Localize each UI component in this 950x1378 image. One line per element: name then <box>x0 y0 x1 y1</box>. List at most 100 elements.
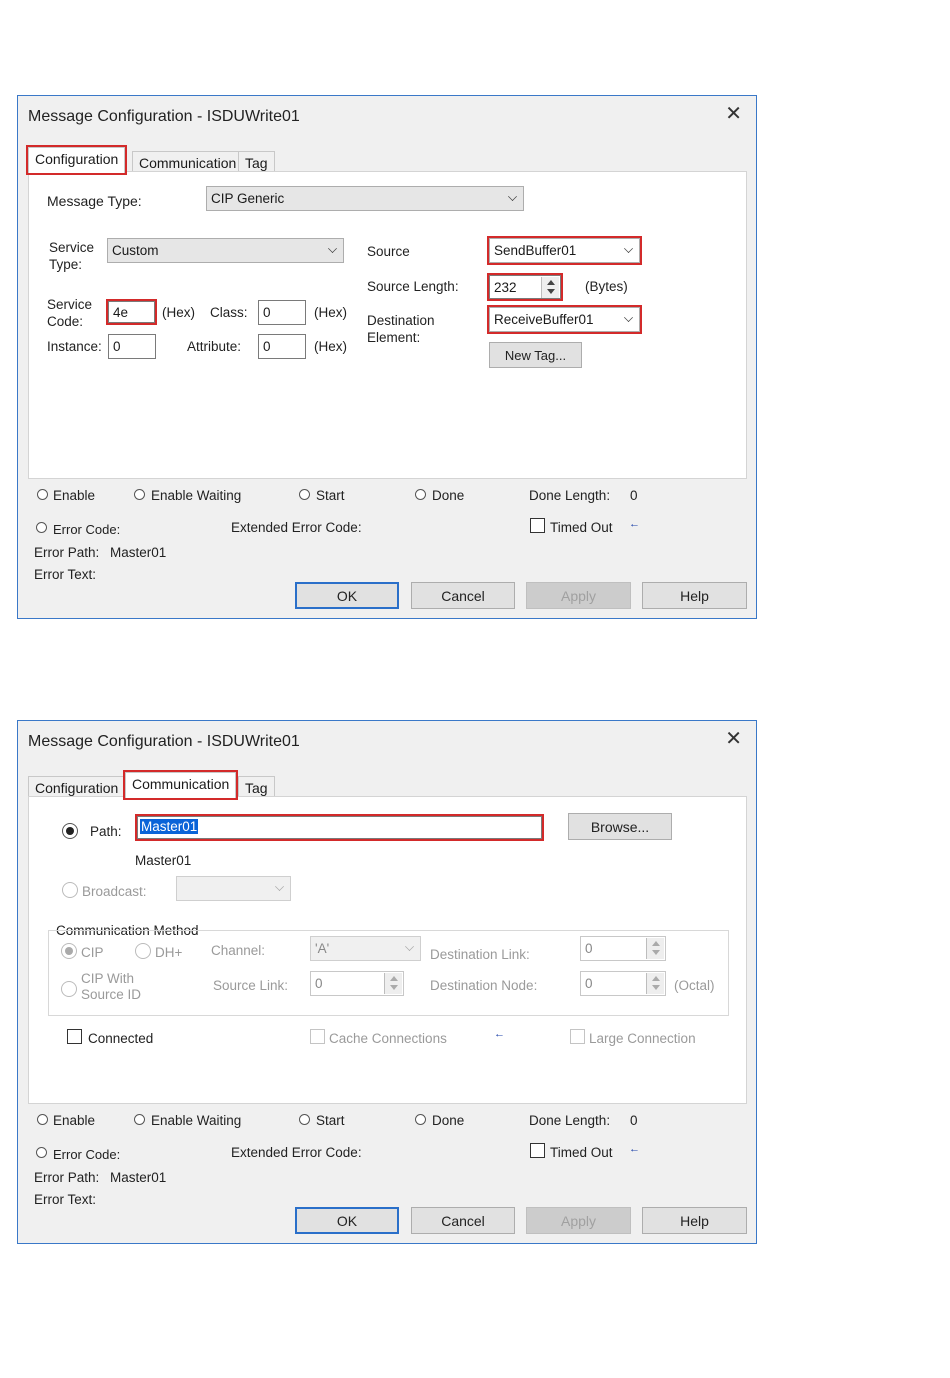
done-length-label: Done Length: <box>529 488 611 503</box>
cache-connections-checkbox[interactable] <box>310 1029 325 1044</box>
configuration-panel: Message Type: CIP Generic Service Type: C… <box>28 171 747 479</box>
spinner-arrows-icon[interactable] <box>384 973 402 994</box>
channel-select[interactable]: 'A' <box>310 936 421 961</box>
tab-communication[interactable]: Communication <box>122 770 239 800</box>
spinner-arrows-icon[interactable] <box>646 938 664 959</box>
error-text-label: Error Text: <box>34 1192 97 1207</box>
source-label: Source <box>367 244 410 259</box>
arrow-left-icon: ← <box>629 518 640 530</box>
tab-communication[interactable]: Communication <box>132 151 244 173</box>
timed-out-checkbox[interactable] <box>530 1143 545 1158</box>
extended-error-code-label: Extended Error Code: <box>231 520 362 535</box>
broadcast-select[interactable] <box>176 876 291 901</box>
cip-with-source-id-label: CIP With Source ID <box>81 971 142 1002</box>
done-indicator <box>415 1114 426 1125</box>
apply-button[interactable]: Apply <box>526 582 631 609</box>
tab-configuration[interactable]: Configuration <box>28 776 126 798</box>
dialog-title: Message Configuration - ISDUWrite01 <box>28 108 300 125</box>
ok-button[interactable]: OK <box>295 582 399 609</box>
enable-waiting-label: Enable Waiting <box>151 1113 242 1128</box>
attribute-input[interactable]: 0 <box>258 334 306 359</box>
cip-with-source-id-radio[interactable] <box>61 981 77 997</box>
help-button[interactable]: Help <box>642 582 747 609</box>
chevron-down-icon <box>508 192 517 201</box>
cip-radio[interactable] <box>61 943 77 959</box>
source-value: SendBuffer01 <box>494 243 577 258</box>
message-configuration-dialog-1: Message Configuration - ISDUWrite01 ✕ Co… <box>17 95 757 619</box>
destination-element-label: Destination Element: <box>367 313 435 345</box>
service-type-value: Custom <box>112 243 159 258</box>
service-type-select[interactable]: Custom <box>107 238 344 263</box>
help-button[interactable]: Help <box>642 1207 747 1234</box>
dhplus-radio[interactable] <box>135 943 151 959</box>
enable-indicator <box>37 489 48 500</box>
class-input[interactable]: 0 <box>258 300 306 325</box>
spinner-arrows-icon[interactable] <box>646 973 664 994</box>
tab-tag[interactable]: Tag <box>238 151 275 173</box>
path-value: Master01 <box>140 819 199 834</box>
chevron-down-icon <box>328 244 337 253</box>
dialog-title: Message Configuration - ISDUWrite01 <box>28 733 300 750</box>
ok-button[interactable]: OK <box>295 1207 399 1234</box>
error-path-label: Error Path: <box>34 545 100 560</box>
close-icon[interactable]: ✕ <box>725 729 742 749</box>
done-length-label: Done Length: <box>529 1113 611 1128</box>
destination-element-select[interactable]: ReceiveBuffer01 <box>487 305 642 334</box>
resolved-path-text: Master01 <box>135 853 192 868</box>
destination-link-value: 0 <box>585 941 593 956</box>
destination-link-stepper[interactable]: 0 <box>580 936 666 961</box>
tab-tag[interactable]: Tag <box>238 776 275 798</box>
tab-configuration[interactable]: Configuration <box>25 145 128 175</box>
error-path-value: Master01 <box>110 545 167 560</box>
error-code-label: Error Code: <box>53 1147 121 1162</box>
destination-node-label: Destination Node: <box>430 978 538 993</box>
source-link-stepper[interactable]: 0 <box>310 971 404 996</box>
done-length-value: 0 <box>630 488 638 503</box>
enable-label: Enable <box>53 488 96 503</box>
error-code-indicator <box>36 1147 47 1158</box>
connected-checkbox[interactable] <box>67 1029 82 1044</box>
close-icon[interactable]: ✕ <box>725 104 742 124</box>
message-type-select[interactable]: CIP Generic <box>206 186 524 211</box>
large-connection-checkbox[interactable] <box>570 1029 585 1044</box>
destination-node-stepper[interactable]: 0 <box>580 971 666 996</box>
hex-label: (Hex) <box>162 305 195 320</box>
enable-waiting-indicator <box>134 489 145 500</box>
communication-method-group: CIP DH+ Channel: 'A' Destination Link: 0… <box>48 930 729 1016</box>
enable-waiting-label: Enable Waiting <box>151 488 242 503</box>
source-length-stepper[interactable]: 232 <box>487 273 563 301</box>
timed-out-checkbox[interactable] <box>530 518 545 533</box>
path-radio[interactable] <box>62 823 78 839</box>
message-type-value: CIP Generic <box>211 191 285 206</box>
chevron-down-icon <box>405 942 414 951</box>
apply-button[interactable]: Apply <box>526 1207 631 1234</box>
browse-button[interactable]: Browse... <box>568 813 672 840</box>
path-input[interactable]: Master01 <box>135 814 544 841</box>
instance-label: Instance: <box>47 339 102 354</box>
spinner-arrows-icon[interactable] <box>541 277 559 298</box>
source-link-value: 0 <box>315 976 323 991</box>
cache-connections-label: Cache Connections <box>329 1031 447 1046</box>
new-tag-button[interactable]: New Tag... <box>489 342 582 368</box>
broadcast-radio[interactable] <box>62 882 78 898</box>
connected-label: Connected <box>88 1031 154 1046</box>
source-link-label: Source Link: <box>213 978 289 993</box>
dhplus-label: DH+ <box>155 945 183 960</box>
chevron-down-icon <box>624 244 633 253</box>
chevron-down-icon <box>624 313 633 322</box>
bytes-label: (Bytes) <box>585 279 628 294</box>
cip-label: CIP <box>81 945 104 960</box>
hex-label: (Hex) <box>314 339 347 354</box>
class-label: Class: <box>210 305 248 320</box>
destination-node-value: 0 <box>585 976 593 991</box>
cancel-button[interactable]: Cancel <box>411 582 515 609</box>
instance-input[interactable]: 0 <box>108 334 156 359</box>
message-type-label: Message Type: <box>47 193 142 209</box>
cancel-button[interactable]: Cancel <box>411 1207 515 1234</box>
service-code-label: Service Code: <box>47 297 93 329</box>
source-length-label: Source Length: <box>367 279 459 294</box>
arrow-left-icon: ← <box>629 1143 640 1155</box>
source-select[interactable]: SendBuffer01 <box>487 236 642 265</box>
service-code-input[interactable]: 4e <box>106 299 157 325</box>
error-code-label: Error Code: <box>53 522 121 537</box>
